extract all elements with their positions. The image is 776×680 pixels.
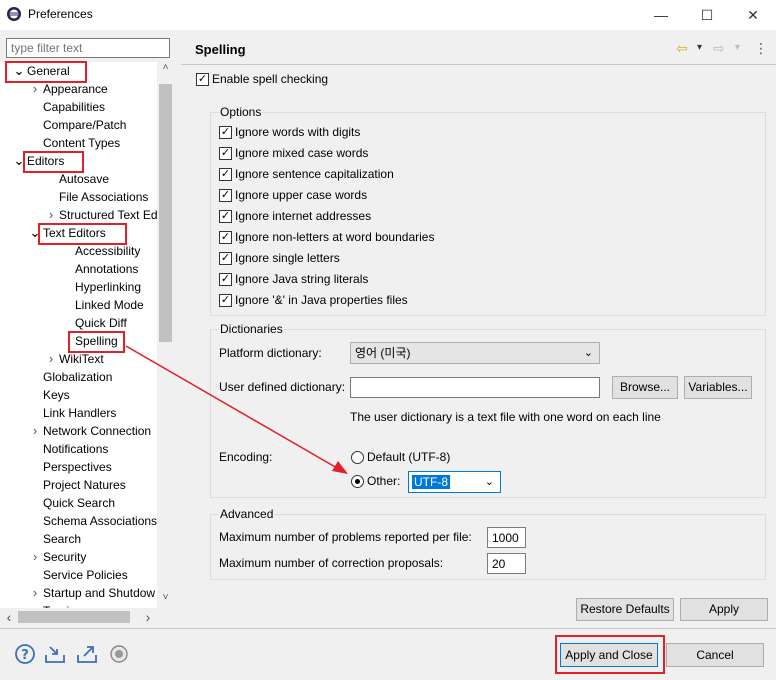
bottom-separator (0, 628, 776, 629)
max-proposals-label: Maximum number of correction proposals: (219, 556, 444, 570)
apply-and-close-button[interactable]: Apply and Close (560, 643, 658, 667)
help-icon[interactable]: ? (14, 643, 36, 665)
restore-defaults-button[interactable]: Restore Defaults (576, 598, 674, 621)
advanced-group-title: Advanced (219, 507, 275, 521)
max-proposals-input[interactable]: 20 (487, 553, 526, 574)
max-problems-input[interactable]: 1000 (487, 527, 526, 548)
svg-text:?: ? (21, 648, 29, 663)
record-icon[interactable] (108, 643, 130, 665)
export-icon[interactable] (76, 643, 98, 665)
cancel-button[interactable]: Cancel (666, 643, 764, 667)
import-icon[interactable] (44, 643, 66, 665)
apply-button[interactable]: Apply (680, 598, 768, 621)
max-problems-label: Maximum number of problems reported per … (219, 530, 472, 544)
